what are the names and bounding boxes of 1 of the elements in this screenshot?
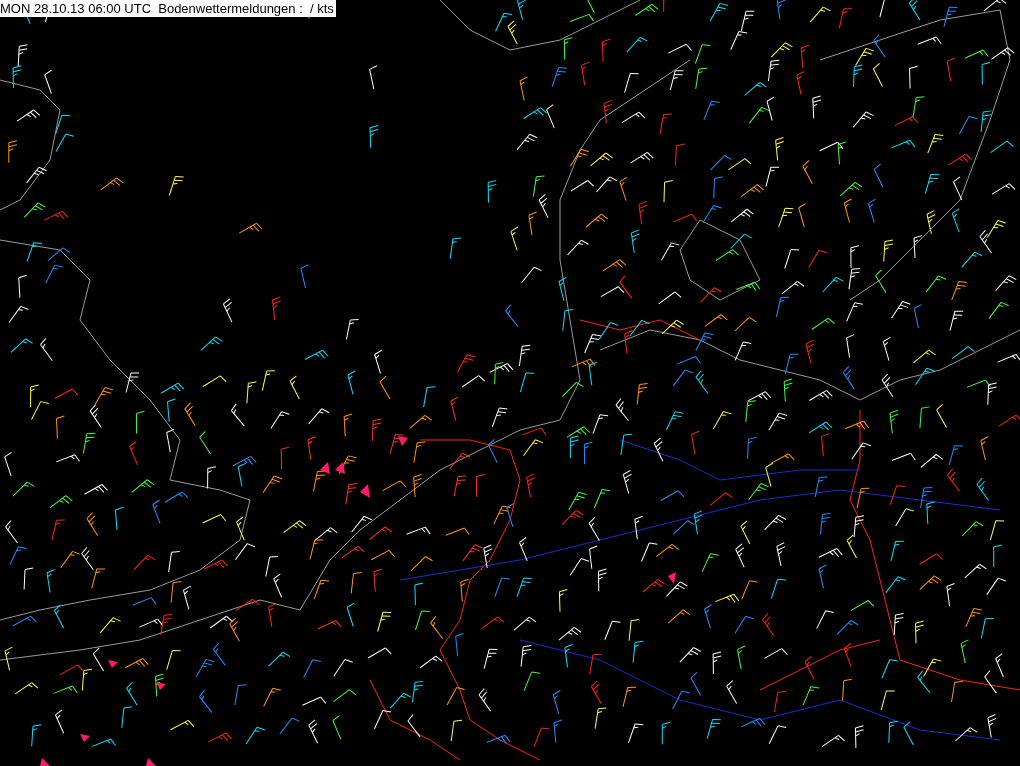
map-title: MON 28.10.13 06:00 UTC Bodenwettermeldungen : / kts <box>0 0 336 17</box>
